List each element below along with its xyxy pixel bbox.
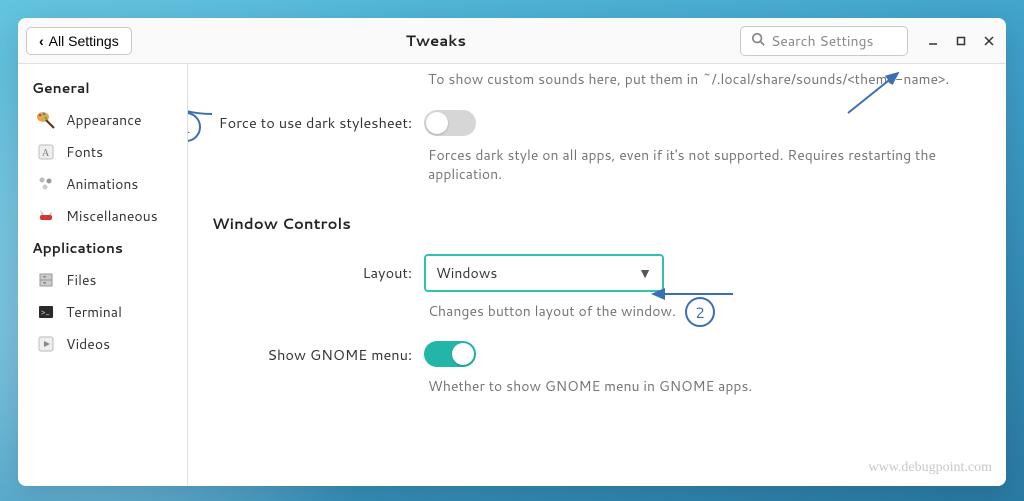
sidebar-item-animations[interactable]: Animations xyxy=(22,168,183,200)
watermark: www.debugpoint.com xyxy=(868,460,992,476)
search-icon xyxy=(751,31,765,51)
animations-icon xyxy=(36,174,56,194)
search-input[interactable]: Search Settings xyxy=(740,26,908,56)
brush-icon xyxy=(36,110,56,130)
sidebar-item-appearance[interactable]: Appearance xyxy=(22,104,183,136)
window-controls xyxy=(924,32,998,50)
sidebar-item-videos[interactable]: Videos xyxy=(22,328,183,360)
video-icon xyxy=(36,334,56,354)
chevron-down-icon: ▼ xyxy=(638,263,652,283)
font-icon: A xyxy=(36,142,56,162)
tweaks-window: ‹ All Settings Tweaks Search Settings Ge… xyxy=(18,18,1006,486)
maximize-button[interactable] xyxy=(952,32,970,50)
back-button[interactable]: ‹ All Settings xyxy=(26,27,132,55)
sounds-description: To show custom sounds here, put them in … xyxy=(428,70,982,90)
svg-text:>_: >_ xyxy=(41,306,50,318)
files-icon xyxy=(36,270,56,290)
sidebar-item-label: Terminal xyxy=(66,302,122,322)
sidebar-item-label: Fonts xyxy=(66,142,103,162)
svg-text:A: A xyxy=(42,148,50,159)
sidebar-item-fonts[interactable]: A Fonts xyxy=(22,136,183,168)
layout-description: Changes button layout of the window. xyxy=(428,302,982,322)
back-button-label: All Settings xyxy=(49,33,119,49)
sidebar-item-label: Files xyxy=(66,270,96,290)
search-placeholder: Search Settings xyxy=(771,31,873,51)
chevron-left-icon: ‹ xyxy=(39,33,44,49)
sidebar-item-label: Videos xyxy=(66,334,110,354)
window-controls-header: Window Controls xyxy=(212,213,982,234)
sidebar-item-miscellaneous[interactable]: Miscellaneous xyxy=(22,200,183,232)
sidebar-item-label: Animations xyxy=(66,174,138,194)
dark-stylesheet-switch[interactable] xyxy=(424,110,476,136)
dark-stylesheet-label: Force to use dark stylesheet: xyxy=(212,112,424,133)
sidebar-item-files[interactable]: Files xyxy=(22,264,183,296)
gnome-menu-description: Whether to show GNOME menu in GNOME apps… xyxy=(428,377,982,397)
gnome-menu-label: Show GNOME menu: xyxy=(212,344,424,365)
terminal-icon: >_ xyxy=(36,302,56,322)
gnome-menu-switch[interactable] xyxy=(424,341,476,367)
swiss-knife-icon xyxy=(36,206,56,226)
sidebar-group-general: General xyxy=(22,72,183,104)
layout-combobox[interactable]: Windows ▼ xyxy=(424,254,664,292)
sidebar-item-terminal[interactable]: >_ Terminal xyxy=(22,296,183,328)
content-pane: To show custom sounds here, put them in … xyxy=(188,64,1006,486)
dark-stylesheet-description: Forces dark style on all apps, even if i… xyxy=(428,146,982,185)
sidebar-item-label: Miscellaneous xyxy=(66,206,158,226)
minimize-button[interactable] xyxy=(924,32,942,50)
titlebar: ‹ All Settings Tweaks Search Settings xyxy=(18,18,1006,64)
layout-label: Layout: xyxy=(212,262,424,283)
sidebar-item-label: Appearance xyxy=(66,110,142,130)
annotation-marker-1: 1 xyxy=(188,112,201,142)
window-title: Tweaks xyxy=(140,30,732,51)
layout-value: Windows xyxy=(436,263,497,283)
close-button[interactable] xyxy=(980,32,998,50)
sidebar: General Appearance A Fonts xyxy=(18,64,188,486)
sidebar-group-applications: Applications xyxy=(22,232,183,264)
